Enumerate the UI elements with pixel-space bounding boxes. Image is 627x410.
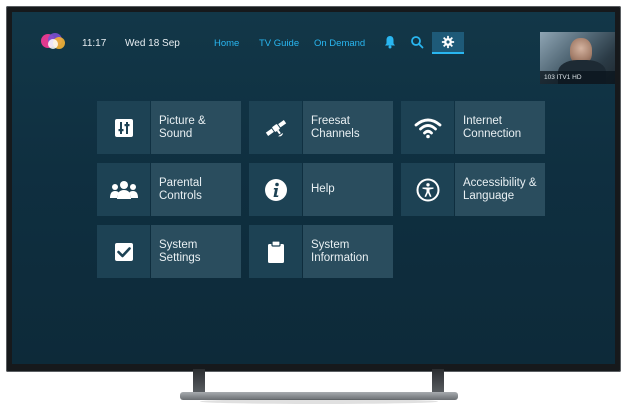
tile-accessibility-language[interactable]: Accessibility & Language xyxy=(401,163,545,216)
top-bar: 11:17 Wed 18 Sep Home TV Guide On Demand xyxy=(12,12,615,60)
clipboard-icon xyxy=(267,239,284,263)
tile-label-line2: Settings xyxy=(159,251,201,264)
tv-stand-leg-left xyxy=(193,369,205,393)
tile-label-line1: Help xyxy=(311,183,335,195)
search-icon[interactable] xyxy=(409,34,425,50)
nav-home[interactable]: Home xyxy=(214,38,239,49)
tile-label-line1: Freesat xyxy=(311,114,350,127)
tile-internet-connection[interactable]: Internet Connection xyxy=(401,101,545,154)
tile-label-line1: Parental xyxy=(159,176,202,189)
tile-freesat-channels[interactable]: Freesat Channels xyxy=(249,101,393,154)
tile-label-line1: Picture & xyxy=(159,114,206,127)
nav-on-demand[interactable]: On Demand xyxy=(314,38,365,49)
clock-time: 11:17 xyxy=(82,38,107,49)
checkbox-icon xyxy=(114,242,133,261)
tile-help[interactable]: Help xyxy=(249,163,393,216)
tile-picture-sound[interactable]: Picture & Sound xyxy=(97,101,241,154)
clock-date: Wed 18 Sep xyxy=(125,38,180,49)
people-icon xyxy=(109,180,138,199)
tile-label-line2: Connection xyxy=(463,127,522,140)
tile-parental-controls[interactable]: Parental Controls xyxy=(97,163,241,216)
nav-tv-guide[interactable]: TV Guide xyxy=(259,38,299,49)
tile-label-line1: System xyxy=(159,238,198,251)
sliders-icon xyxy=(114,118,133,137)
tile-label-line2: Controls xyxy=(159,189,202,202)
wifi-icon xyxy=(414,118,441,138)
tile-label-line2: Information xyxy=(311,251,369,264)
freesat-logo xyxy=(41,33,65,49)
info-icon xyxy=(264,178,287,201)
live-tv-preview[interactable]: 103 ITV1 HD xyxy=(540,32,615,84)
tile-label-line1: Accessibility & xyxy=(463,176,537,189)
satellite-icon xyxy=(265,119,286,136)
tile-label-line1: System xyxy=(311,238,350,251)
tv-stand-leg-right xyxy=(432,369,444,393)
gear-icon xyxy=(441,35,455,49)
tv-screen: 11:17 Wed 18 Sep Home TV Guide On Demand xyxy=(12,12,615,364)
tile-system-settings[interactable]: System Settings xyxy=(97,225,241,278)
accessibility-icon xyxy=(416,178,439,201)
preview-channel-label: 103 ITV1 HD xyxy=(540,71,615,84)
tv-stand-shadow xyxy=(200,399,438,404)
bell-icon[interactable] xyxy=(382,34,398,50)
tab-settings[interactable] xyxy=(432,32,464,54)
tile-label-line2: Channels xyxy=(311,127,360,140)
tile-label-line2: Language xyxy=(463,189,515,202)
tile-label-line1: Internet xyxy=(463,114,502,127)
tile-label-line2: Sound xyxy=(159,127,193,140)
tile-system-information[interactable]: System Information xyxy=(249,225,393,278)
